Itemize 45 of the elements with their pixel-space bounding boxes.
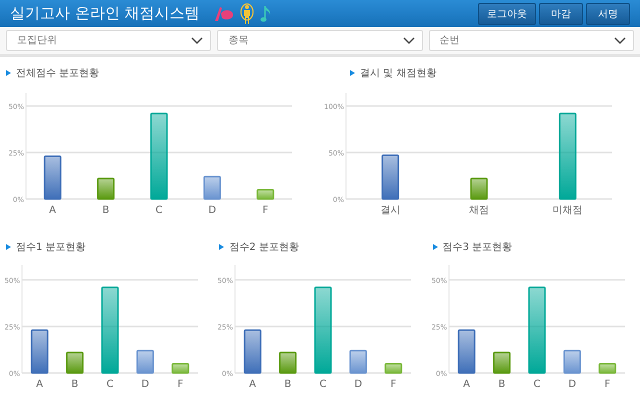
chevron-down-icon xyxy=(614,37,626,45)
chart-title: 점수3 분포현황 xyxy=(442,240,512,254)
chart-title: 전체점수 분포현황 xyxy=(16,66,100,80)
category-label: B xyxy=(498,379,505,390)
chart-title: 결시 및 채점현황 xyxy=(360,66,436,80)
app-title: 실기고사 온라인 채점시스템 xyxy=(10,4,200,23)
bullet-icon xyxy=(6,244,11,250)
dropdown-select[interactable]: 순번 xyxy=(428,30,634,51)
category-label: A xyxy=(36,379,44,390)
category-label: C xyxy=(156,205,162,216)
category-label: A xyxy=(49,205,56,216)
jump-rope-figure-icon xyxy=(240,2,254,24)
category-label: C xyxy=(533,379,540,390)
chart-title: 점수2 분포현황 xyxy=(229,240,299,254)
category-label: 채점 xyxy=(469,205,489,216)
category-label: D xyxy=(208,205,216,216)
header-button[interactable]: 서명 xyxy=(586,2,630,24)
bullet-icon xyxy=(350,70,355,76)
category-label: D xyxy=(568,379,576,390)
chart-title: 점수1 분포현황 xyxy=(16,240,86,254)
category-label: F xyxy=(178,379,184,390)
music-note-icon xyxy=(260,4,272,24)
category-label: F xyxy=(390,379,397,390)
category-label: F xyxy=(604,379,610,390)
bullet-icon xyxy=(6,70,11,76)
bullet-icon xyxy=(219,244,224,250)
category-label: 결시 xyxy=(380,205,400,216)
header-button[interactable]: 마감 xyxy=(539,2,583,24)
chevron-down-icon xyxy=(191,37,204,45)
header-button[interactable]: 로그아웃 xyxy=(478,2,536,24)
chevron-down-icon xyxy=(402,37,415,45)
category-label: C xyxy=(320,379,327,390)
category-label: F xyxy=(262,205,268,216)
category-label: A xyxy=(250,379,256,390)
category-label: A xyxy=(462,379,470,390)
category-label: B xyxy=(284,379,292,390)
category-label: C xyxy=(106,379,114,390)
category-label: B xyxy=(102,205,110,216)
dropdown-select[interactable]: 종목 xyxy=(217,30,423,51)
dropdown-select[interactable]: 모집단위 xyxy=(6,30,212,51)
category-label: 미채점 xyxy=(552,205,583,216)
category-label: B xyxy=(71,379,78,390)
bullet-icon xyxy=(432,244,438,250)
category-label: D xyxy=(354,379,362,390)
category-label: D xyxy=(141,379,150,390)
